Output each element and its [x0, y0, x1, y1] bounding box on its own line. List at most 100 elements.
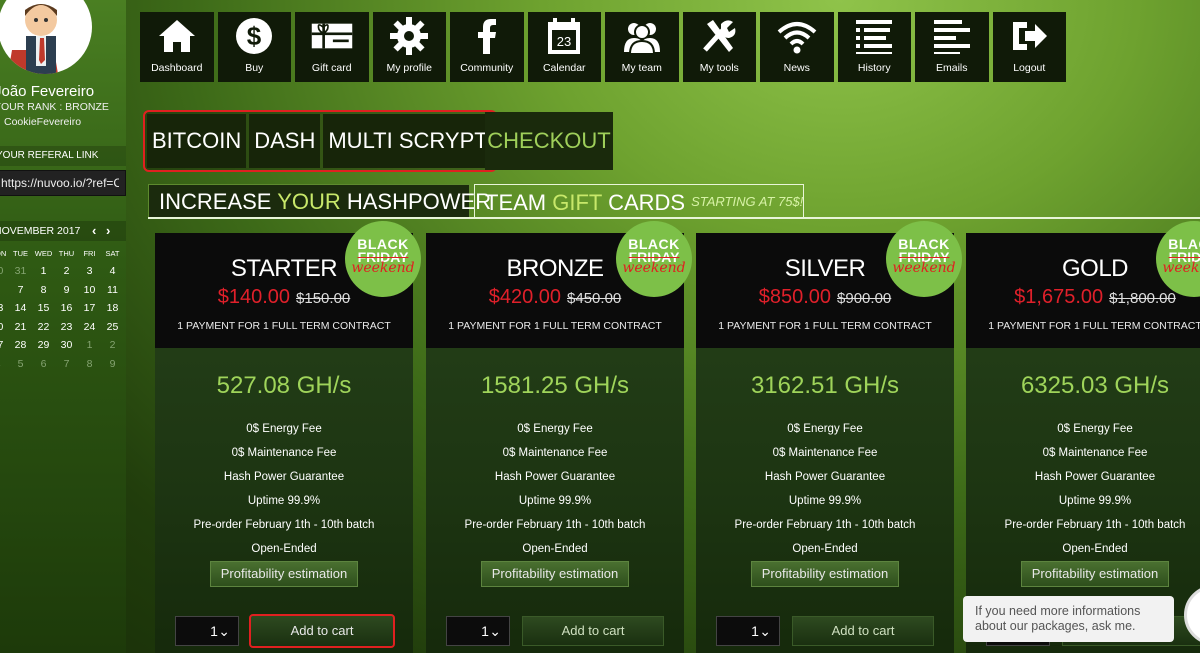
calendar-day[interactable]: 9	[55, 281, 78, 300]
calendar-grid: MONTUEWEDTHUFRISAT3031123467891011131415…	[0, 246, 126, 373]
tab-dash[interactable]: DASH	[249, 114, 321, 168]
profitability-estimation-button[interactable]: Profitability estimation	[481, 561, 629, 587]
calendar-day[interactable]: 1	[32, 262, 55, 281]
calendar-day[interactable]: 6	[0, 281, 9, 300]
calendar-day[interactable]: 6	[32, 355, 55, 374]
calendar-day[interactable]: 8	[78, 355, 101, 374]
calendar-day[interactable]: 10	[78, 281, 101, 300]
calendar-day[interactable]: 8	[32, 281, 55, 300]
calendar-icon: 23	[542, 16, 586, 56]
calendar-weekday: THU	[58, 249, 75, 258]
calendar-day[interactable]: 30	[55, 336, 78, 355]
calendar-day[interactable]: 16	[55, 299, 78, 318]
calendar-day[interactable]: 15	[32, 299, 55, 318]
calendar-day[interactable]: 29	[32, 336, 55, 355]
nav-buy[interactable]: $ Buy	[217, 12, 291, 82]
nav-news[interactable]: News	[760, 12, 834, 82]
calendar-day[interactable]: 5	[9, 355, 32, 374]
nav-dashboard[interactable]: Dashboard	[140, 12, 214, 82]
tab-checkout[interactable]: CHECKOUT	[485, 112, 613, 170]
black-friday-badge: BLACKFRIDAYweekend	[886, 221, 962, 297]
gift-card-icon	[310, 16, 354, 56]
calendar-day[interactable]: 17	[78, 299, 101, 318]
feature-item: Open-Ended	[792, 543, 858, 555]
home-icon	[155, 16, 199, 56]
nav-history[interactable]: History	[837, 12, 911, 82]
wifi-icon	[775, 16, 819, 56]
profitability-estimation-button[interactable]: Profitability estimation	[751, 561, 899, 587]
calendar-day[interactable]: 18	[101, 299, 124, 318]
calendar-day[interactable]: 13	[0, 299, 9, 318]
nav-community[interactable]: Community	[450, 12, 524, 82]
calendar-day[interactable]: 11	[101, 281, 124, 300]
calendar-day[interactable]: 2	[55, 262, 78, 281]
nav-label: Logout	[1013, 62, 1046, 74]
nav-label: Gift card	[311, 62, 352, 74]
calendar-weekday: MON	[0, 249, 7, 258]
tab-multi-scrypt[interactable]: MULTI SCRYPT	[323, 114, 493, 168]
feature-item: Hash Power Guarantee	[764, 471, 886, 483]
tab-text: CARDS	[601, 190, 686, 215]
calendar-day[interactable]: 27	[0, 336, 9, 355]
feature-item: 0$ Energy Fee	[517, 423, 593, 435]
calendar-day[interactable]: 7	[9, 281, 32, 300]
calendar-day[interactable]: 4	[0, 355, 9, 374]
nav-logout[interactable]: Logout	[992, 12, 1066, 82]
calendar-day[interactable]: 21	[9, 318, 32, 337]
calendar-day[interactable]: 9	[101, 355, 124, 374]
calendar-day[interactable]: 2	[101, 336, 124, 355]
quantity-select[interactable]: 1⌄	[716, 616, 780, 646]
tab-bitcoin[interactable]: BITCOIN	[147, 114, 247, 168]
referral-link-field[interactable]	[0, 170, 126, 196]
price-original: $1,800.00	[1109, 290, 1176, 307]
calendar-day[interactable]: 30	[0, 262, 9, 281]
tab-increase-hashpower[interactable]: INCREASE YOUR HASHPOWER	[148, 184, 491, 218]
subtabs-divider	[148, 217, 1200, 219]
tab-team-gift-cards[interactable]: TEAM GIFT CARDS STARTING AT 75$!	[474, 184, 804, 218]
calendar-day[interactable]: 7	[55, 355, 78, 374]
quantity-select[interactable]: 1⌄	[175, 616, 239, 646]
feature-item: Hash Power Guarantee	[223, 471, 345, 483]
calendar-day[interactable]: 22	[32, 318, 55, 337]
history-icon	[852, 16, 896, 56]
gear-icon	[387, 16, 431, 56]
user-handle: CookieFevereiro	[4, 116, 82, 128]
feature-list: 0$ Energy Fee 0$ Maintenance Fee Hash Powe…	[155, 417, 413, 561]
profitability-estimation-button[interactable]: Profitability estimation	[1021, 561, 1169, 587]
badge-line: weekend	[892, 260, 956, 276]
feature-item: 0$ Energy Fee	[787, 423, 863, 435]
calendar-day[interactable]: 24	[78, 318, 101, 337]
feature-item: Uptime 99.9%	[247, 495, 321, 507]
nav-gift-card[interactable]: Gift card	[295, 12, 369, 82]
add-to-cart-button[interactable]: Add to cart	[522, 616, 664, 646]
calendar-day[interactable]: 3	[78, 262, 101, 281]
calendar-day[interactable]: 14	[9, 299, 32, 318]
quantity-select[interactable]: 1⌄	[446, 616, 510, 646]
card-body: 3162.51 GH/s 0$ Energy Fee 0$ Maintenance …	[696, 348, 954, 653]
add-to-cart-button[interactable]: Add to cart	[792, 616, 934, 646]
card-contract: 1 PAYMENT FOR 1 FULL TERM CONTRACT	[718, 320, 932, 332]
chevron-down-icon: ⌄	[759, 623, 771, 639]
nav-my-tools[interactable]: My tools	[682, 12, 756, 82]
tab-text: HASHPOWER	[340, 189, 492, 214]
calendar-day[interactable]: 23	[55, 318, 78, 337]
calendar-day[interactable]: 31	[9, 262, 32, 281]
nav-label: Community	[460, 62, 514, 74]
svg-text:$: $	[247, 21, 262, 51]
nav-emails[interactable]: Emails	[915, 12, 989, 82]
nav-my-team[interactable]: My team	[605, 12, 679, 82]
black-friday-badge: BLACKFRIDAYweekend	[616, 221, 692, 297]
avatar[interactable]	[0, 0, 92, 74]
calendar-day[interactable]: 4	[101, 262, 124, 281]
nav-calendar[interactable]: 23 Calendar	[527, 12, 601, 82]
calendar-day[interactable]: 25	[101, 318, 124, 337]
profitability-estimation-button[interactable]: Profitability estimation	[210, 561, 358, 587]
calendar-day[interactable]: 20	[0, 318, 9, 337]
add-to-cart-button[interactable]: Add to cart	[249, 614, 395, 648]
nav-my-profile[interactable]: My profile	[372, 12, 446, 82]
price-original: $900.00	[837, 290, 892, 307]
badge-line: weekend	[1162, 260, 1200, 276]
card-contract: 1 PAYMENT FOR 1 FULL TERM CONTRACT	[988, 320, 1200, 332]
calendar-day[interactable]: 1	[78, 336, 101, 355]
calendar-day[interactable]: 28	[9, 336, 32, 355]
